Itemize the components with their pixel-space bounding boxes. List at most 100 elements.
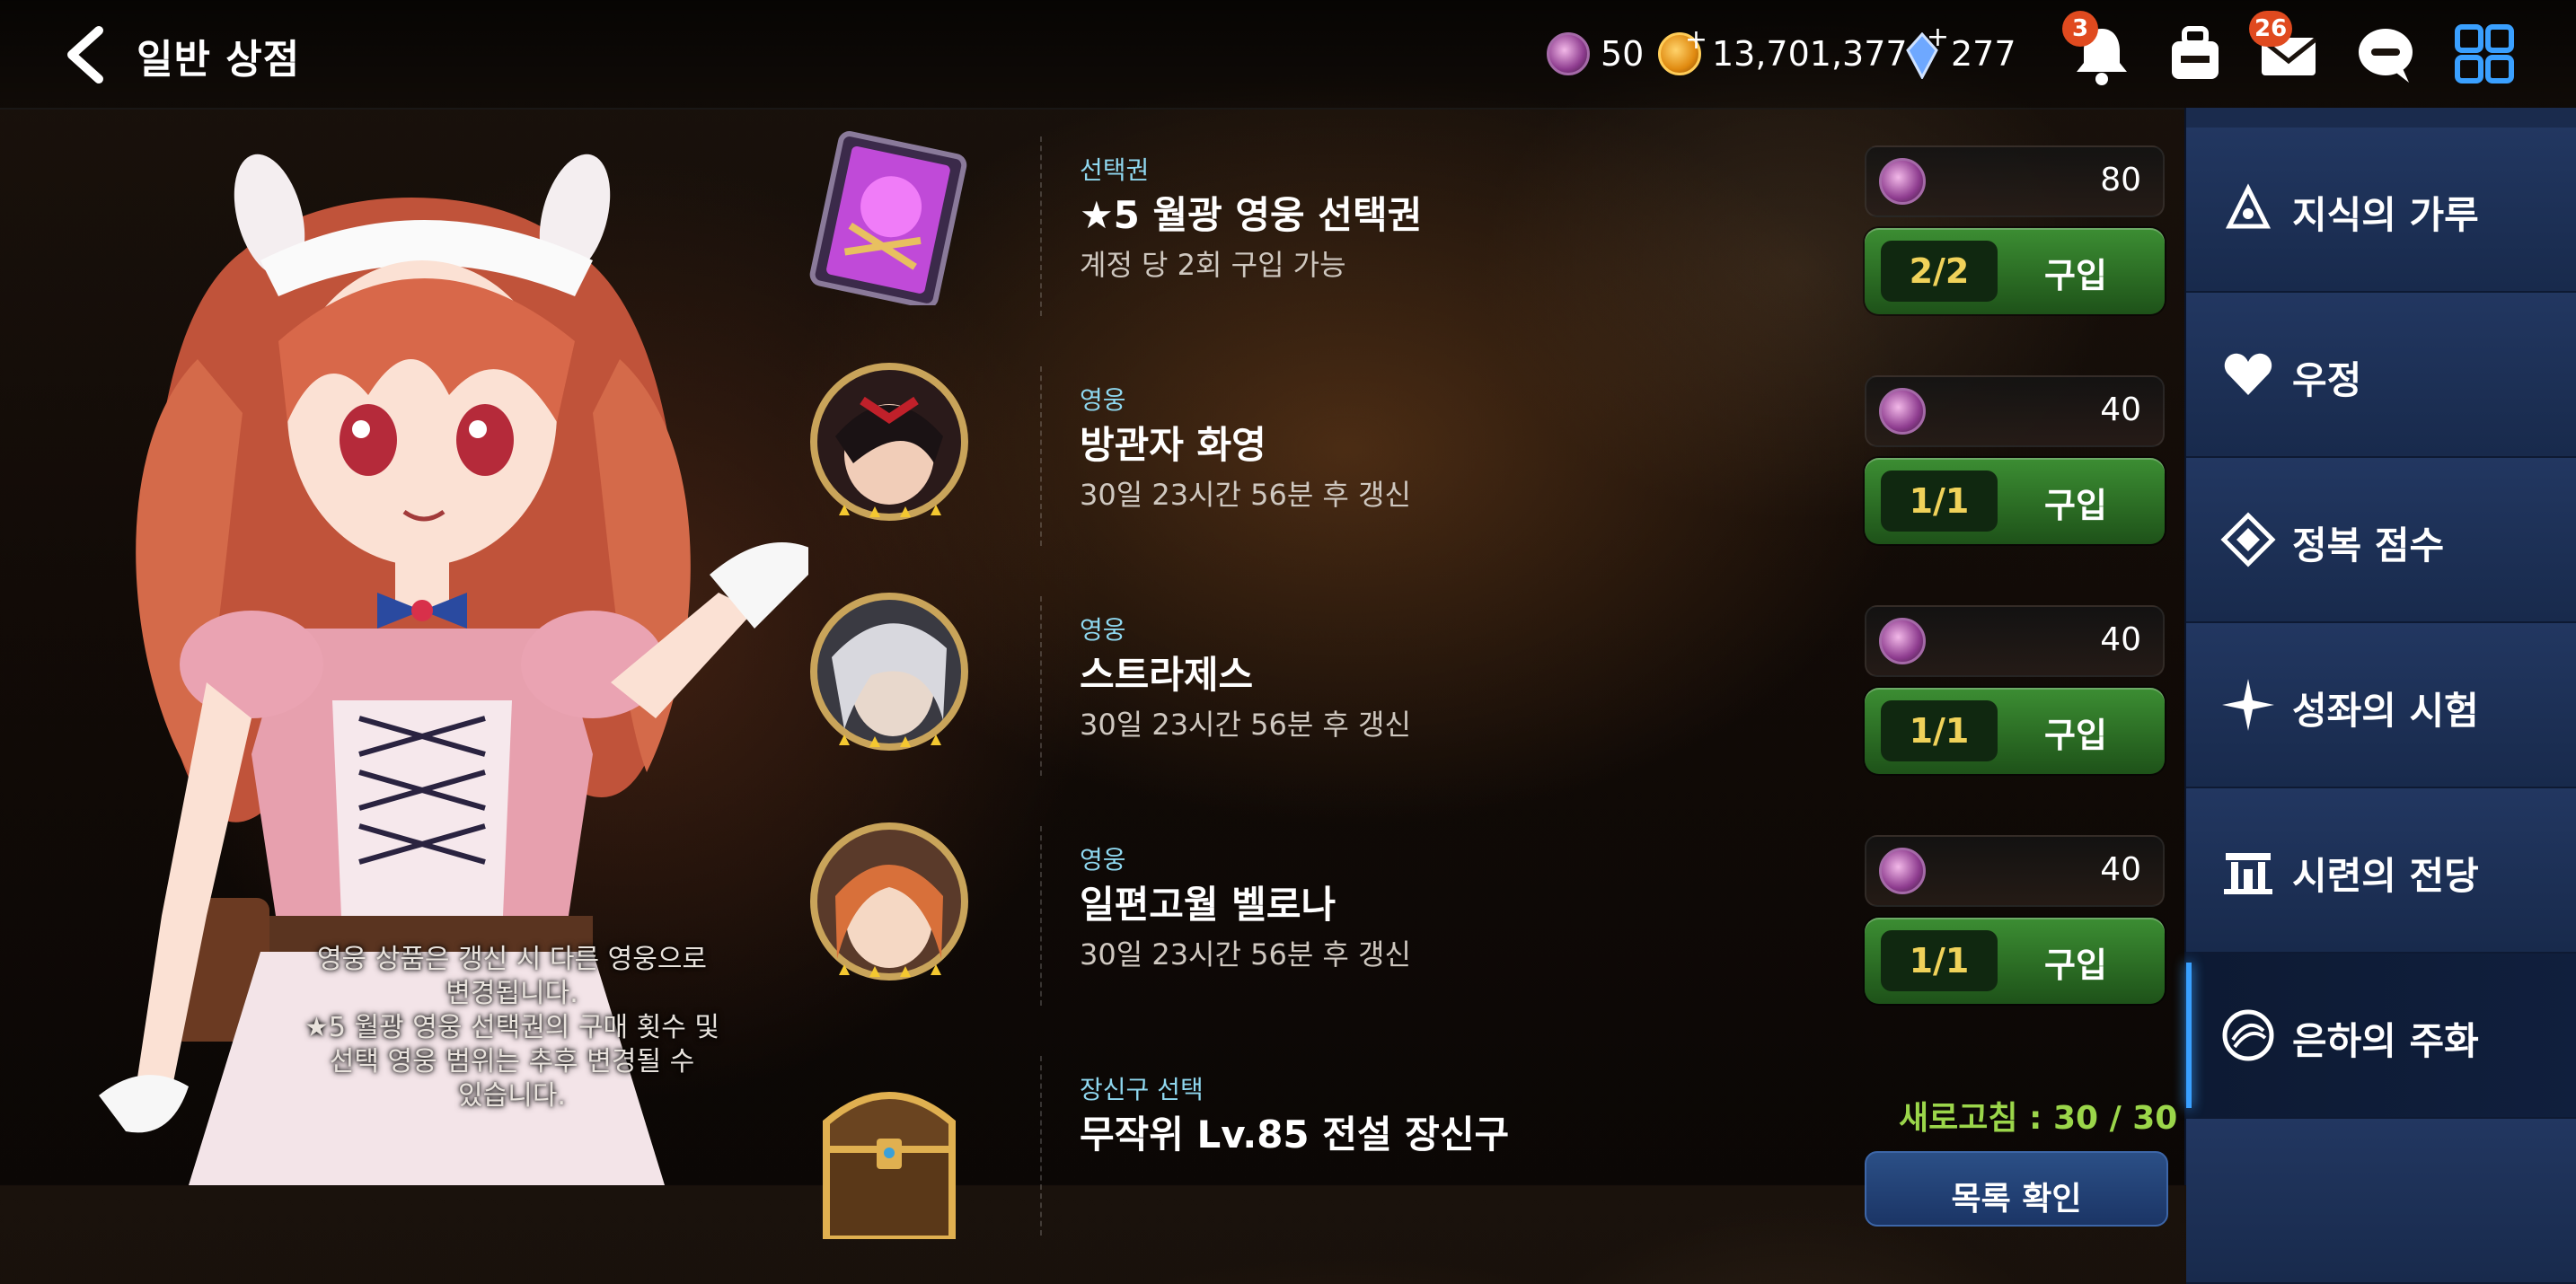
hero-portrait (799, 585, 979, 765)
heart-icon (2224, 353, 2272, 395)
add-crystal-icon: + (1926, 22, 1949, 53)
knowledge-icon (2225, 183, 2272, 229)
row-divider (1040, 596, 1044, 776)
item-category: 선택권 (1080, 155, 1150, 185)
row-divider (1040, 1056, 1044, 1236)
buy-button[interactable]: 1/1 구입 (1865, 918, 2165, 1004)
inventory-button[interactable] (2159, 18, 2231, 90)
purchase-count: 2/2 (1881, 241, 1998, 302)
sidebar-item-galaxy-coin[interactable]: 은하의 주화 (2186, 954, 2576, 1119)
row-divider (1040, 136, 1044, 316)
notice-line: 영웅 상품은 갱신 시 다른 영웅으로 (316, 944, 708, 975)
item-category: 영웅 (1080, 615, 1126, 645)
sidebar-item-hall-of-trials[interactable]: 시련의 전당 (2186, 788, 2576, 954)
sidebar-item-label: 시련의 전당 (2292, 854, 2479, 898)
add-gold-icon: + (1684, 24, 1707, 56)
refresh-timer-text: 30일 23시간 56분 후 갱신 (1080, 937, 1411, 972)
sidebar-item-label: 성좌의 시험 (2292, 689, 2479, 733)
chat-button[interactable] (2350, 18, 2422, 90)
sidebar-item-label: 정복 점수 (2292, 523, 2445, 567)
top-bar: 일반 상점 50 + 13,701,377 + 277 3 26 (0, 0, 2576, 110)
item-name: 일편고월 벨로나 (1080, 883, 1337, 927)
moon-coin-icon (1879, 158, 1926, 205)
item-name: 무작위 Lv.85 전설 장신구 (1080, 1113, 1510, 1156)
sidebar-item-conquest-points[interactable]: 정복 점수 (2186, 458, 2576, 623)
shop-item-row: 영웅 일편고월 벨로나 30일 23시간 56분 후 갱신 40 1/1 구입 (781, 797, 2183, 1027)
list-check-label: 목록 확인 (1951, 1181, 2082, 1218)
item-category: 영웅 (1080, 385, 1126, 415)
backpack-icon (2172, 26, 2219, 79)
mail-badge: 26 (2249, 11, 2293, 47)
item-category: 장신구 선택 (1080, 1075, 1204, 1104)
crystal-currency[interactable]: + 277 (1904, 22, 2016, 81)
buy-label: 구입 (2044, 945, 2107, 985)
price-value: 40 (2100, 621, 2141, 658)
moon-coin-icon (1879, 618, 1926, 664)
crystal-icon: + (1904, 22, 1949, 81)
price-value: 40 (2100, 851, 2141, 888)
buy-button[interactable]: 2/2 구입 (1865, 228, 2165, 314)
refresh-timer-text: 30일 23시간 56분 후 갱신 (1080, 478, 1411, 512)
shop-item-row: 영웅 스트라제스 30일 23시간 56분 후 갱신 40 1/1 구입 (781, 567, 2183, 797)
notice-line: ★5 월광 영웅 선택권의 구매 횟수 및 (304, 1012, 719, 1043)
purchase-count: 1/1 (1881, 930, 1998, 991)
sidebar-item-constellation-trial[interactable]: 성좌의 시험 (2186, 623, 2576, 788)
buy-label: 구입 (2044, 716, 2107, 755)
gold-currency[interactable]: + 13,701,377 (1658, 24, 1908, 79)
chat-icon (2359, 29, 2413, 83)
buy-label: 구입 (2044, 486, 2107, 525)
price-value: 40 (2100, 391, 2141, 428)
page-title: 일반 상점 (137, 37, 301, 83)
menu-button[interactable] (2448, 18, 2520, 90)
sidebar-item-label: 은하의 주화 (2292, 1019, 2479, 1063)
hero-portrait (799, 815, 979, 995)
sidebar-item-label: 지식의 가루 (2292, 193, 2479, 237)
price-value: 80 (2100, 162, 2141, 198)
item-name: 스트라제스 (1080, 653, 1254, 697)
back-arrow-icon (67, 26, 103, 84)
notice-line: 변경됩니다. (446, 978, 578, 1009)
item-limit-text: 계정 당 2회 구입 가능 (1080, 248, 1346, 282)
moon-coin-icon (1879, 388, 1926, 435)
treasure-chest-image (799, 1060, 979, 1243)
back-button[interactable] (56, 23, 119, 86)
sidebar-item-friendship[interactable]: 우정 (2186, 293, 2576, 458)
sidebar-item-knowledge-dust[interactable]: 지식의 가루 (2186, 128, 2576, 293)
moon-coin-icon (1547, 32, 1590, 75)
item-name: ★5 월광 영웅 선택권 (1080, 193, 1423, 237)
price-box: 40 (1865, 835, 2165, 907)
shop-item-list[interactable]: 선택권 ★5 월광 영웅 선택권 계정 당 2회 구입 가능 80 2/2 구입… (781, 108, 2183, 1243)
notification-button[interactable]: 3 (2062, 11, 2138, 90)
item-name: 방관자 화영 (1080, 423, 1266, 467)
notification-badge: 3 (2062, 11, 2098, 47)
refresh-counter: 새로고침 : 30 / 30 (1899, 1100, 2178, 1137)
shop-category-sidebar: 지식의 가루 우정 정복 점수 성좌의 시험 시련의 전당 은하의 주화 (2184, 108, 2576, 1284)
price-box: 40 (1865, 375, 2165, 447)
notice-line: 선택 영웅 범위는 추후 변경될 수 (329, 1046, 695, 1077)
purchase-count: 1/1 (1881, 471, 1998, 532)
notice-line: 있습니다. (458, 1080, 566, 1112)
list-check-button[interactable]: 목록 확인 (1865, 1151, 2168, 1227)
price-box: 80 (1865, 145, 2165, 217)
moon-currency[interactable]: 50 (1547, 29, 1644, 79)
price-box: 40 (1865, 605, 2165, 677)
row-divider (1040, 826, 1044, 1006)
mail-button[interactable]: 26 (2249, 11, 2325, 90)
buy-button[interactable]: 1/1 구입 (1865, 688, 2165, 774)
shop-item-row: 영웅 방관자 화영 30일 23시간 56분 후 갱신 40 1/1 구입 (781, 338, 2183, 567)
star-icon (2222, 679, 2274, 731)
item-category: 영웅 (1080, 845, 1126, 875)
moon-coin-icon (1879, 848, 1926, 894)
hall-icon (2224, 853, 2272, 894)
sidebar-item-next[interactable] (2186, 1119, 2576, 1284)
shop-notice: 영웅 상품은 갱신 시 다른 영웅으로 변경됩니다. ★5 월광 영웅 선택권의… (198, 943, 826, 1113)
gold-currency-value: 13,701,377 (1712, 34, 1908, 74)
hero-portrait (799, 356, 979, 535)
shop-item-row: 선택권 ★5 월광 영웅 선택권 계정 당 2회 구입 가능 80 2/2 구입 (781, 108, 2183, 338)
purchase-count: 1/1 (1881, 700, 1998, 761)
refresh-timer-text: 30일 23시간 56분 후 갱신 (1080, 708, 1411, 742)
conquest-icon (2220, 512, 2276, 567)
buy-button[interactable]: 1/1 구입 (1865, 458, 2165, 544)
moon-currency-value: 50 (1601, 34, 1645, 74)
crystal-currency-value: 277 (1951, 34, 2016, 74)
